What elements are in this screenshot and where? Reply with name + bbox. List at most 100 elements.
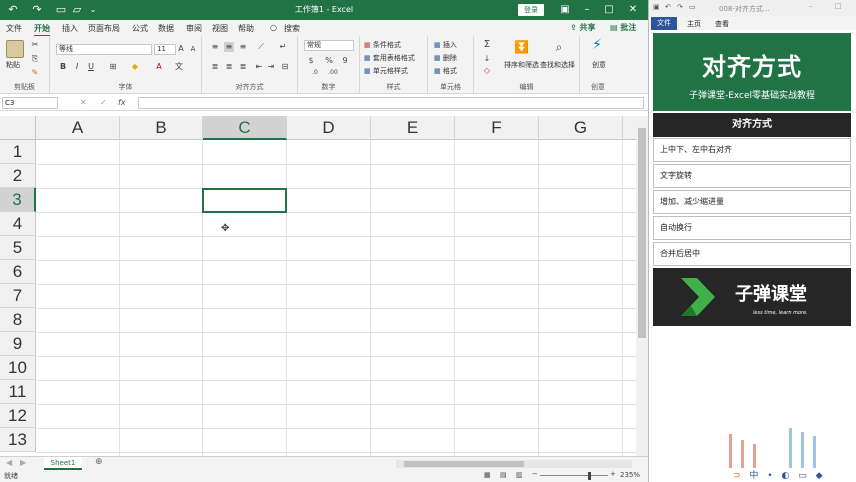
font-color-icon[interactable]: A bbox=[154, 62, 164, 72]
slideshow-icon[interactable]: ▭ bbox=[689, 3, 696, 11]
orientation-icon[interactable]: ⟋ bbox=[256, 42, 266, 52]
italic-button[interactable]: I bbox=[72, 62, 82, 72]
search-box[interactable]: 搜索 bbox=[284, 23, 300, 34]
column-header[interactable]: E bbox=[371, 116, 455, 140]
row-header[interactable]: 9 bbox=[0, 332, 36, 356]
horizontal-scrollbar[interactable] bbox=[396, 460, 632, 468]
formula-input[interactable] bbox=[138, 97, 644, 109]
minimize-icon[interactable]: – bbox=[809, 2, 813, 10]
ideas-icon[interactable]: ⚡ bbox=[592, 38, 602, 52]
save-icon[interactable]: ▣ bbox=[653, 3, 660, 11]
sort-filter-button[interactable]: 排序和筛选 bbox=[504, 60, 539, 70]
zoom-slider[interactable] bbox=[540, 475, 608, 476]
increase-decimal-icon[interactable]: .0 bbox=[310, 68, 320, 78]
panel-tab-home[interactable]: 主页 bbox=[687, 19, 701, 29]
list-item[interactable]: 增加、减少缩进量 bbox=[653, 190, 851, 214]
zoom-level[interactable]: 235% bbox=[620, 471, 640, 479]
clear-icon[interactable]: ◇ bbox=[482, 66, 492, 76]
find-select-button[interactable]: 查找和选择 bbox=[540, 60, 575, 70]
list-item[interactable]: 上中下、左中右对齐 bbox=[653, 138, 851, 162]
cell-styles-button[interactable]: ▦ 单元格样式 bbox=[364, 66, 408, 76]
row-header[interactable]: 5 bbox=[0, 236, 36, 260]
phonetic-icon[interactable]: 文 bbox=[174, 62, 184, 72]
comments-button[interactable]: ▤ 批注 bbox=[610, 22, 636, 33]
increase-font-icon[interactable]: A bbox=[176, 44, 186, 54]
conditional-format-button[interactable]: ▦ 条件格式 bbox=[364, 40, 401, 50]
zoom-in-icon[interactable]: + bbox=[610, 470, 616, 478]
row-header[interactable]: 2 bbox=[0, 164, 36, 188]
mic-icon[interactable]: ◐ bbox=[782, 471, 793, 481]
ideas-button[interactable]: 创意 bbox=[592, 60, 606, 70]
tab-insert[interactable]: 插入 bbox=[62, 23, 78, 34]
align-top-icon[interactable]: ≡ bbox=[210, 42, 220, 52]
find-icon[interactable]: ⌕ bbox=[554, 41, 564, 53]
fill-icon[interactable]: ↓ bbox=[482, 54, 492, 64]
row-header[interactable]: 7 bbox=[0, 284, 36, 308]
minimize-icon[interactable]: – bbox=[576, 2, 598, 18]
column-header[interactable]: G bbox=[539, 116, 623, 140]
maximize-icon[interactable]: □ bbox=[598, 2, 620, 18]
copy-icon[interactable]: ⎘ bbox=[30, 54, 40, 64]
insert-cells-button[interactable]: ▦ 插入 bbox=[434, 40, 457, 50]
tab-file[interactable]: 文件 bbox=[6, 23, 22, 34]
row-header[interactable]: 3 bbox=[0, 188, 36, 212]
tray-icons[interactable]: ⊃ 中 • ◐ ▭ ◆ bbox=[733, 468, 853, 482]
add-sheet-icon[interactable]: ⊕ bbox=[95, 457, 103, 467]
align-middle-icon[interactable]: ≡ bbox=[224, 42, 234, 52]
page-layout-view-icon[interactable]: ▤ bbox=[500, 471, 507, 479]
fill-color-icon[interactable]: ◆ bbox=[130, 62, 140, 72]
tab-view[interactable]: 视图 bbox=[212, 23, 228, 34]
merge-center-icon[interactable]: ⊟ bbox=[280, 62, 290, 72]
column-header[interactable]: B bbox=[120, 116, 203, 140]
font-size-select[interactable]: 11 bbox=[154, 44, 176, 55]
percent-button[interactable]: % bbox=[324, 56, 334, 66]
increase-indent-icon[interactable]: ⇥ bbox=[266, 62, 276, 72]
name-box[interactable]: C3 bbox=[2, 97, 58, 109]
autosum-icon[interactable]: Σ bbox=[482, 40, 492, 50]
row-header[interactable]: 4 bbox=[0, 212, 36, 236]
comma-button[interactable]: 9 bbox=[340, 56, 350, 66]
underline-button[interactable]: U bbox=[86, 62, 96, 72]
tab-formulas[interactable]: 公式 bbox=[132, 23, 148, 34]
tab-home[interactable]: 开始 bbox=[34, 23, 50, 37]
panel-tab-file[interactable]: 文件 bbox=[651, 17, 677, 30]
align-left-icon[interactable]: ≣ bbox=[210, 62, 220, 72]
tab-review[interactable]: 审阅 bbox=[186, 23, 202, 34]
tab-page-layout[interactable]: 页面布局 bbox=[88, 23, 120, 34]
vertical-scrollbar[interactable] bbox=[636, 116, 648, 456]
enter-icon[interactable]: ✓ bbox=[100, 98, 107, 107]
list-item[interactable]: 合并后居中 bbox=[653, 242, 851, 266]
share-button[interactable]: ⇪ 共享 bbox=[570, 22, 596, 33]
bold-button[interactable]: B bbox=[58, 62, 68, 72]
row-header[interactable]: 12 bbox=[0, 404, 36, 428]
wrap-text-icon[interactable]: ↵ bbox=[278, 42, 288, 52]
row-header[interactable]: 13 bbox=[0, 428, 36, 452]
border-icon[interactable]: ⊞ bbox=[108, 62, 118, 72]
tray-icon[interactable]: 中 bbox=[749, 471, 761, 481]
row-header[interactable]: 11 bbox=[0, 380, 36, 404]
zoom-out-icon[interactable]: − bbox=[532, 470, 538, 478]
align-center-icon[interactable]: ≣ bbox=[224, 62, 234, 72]
cancel-icon[interactable]: ✕ bbox=[80, 98, 87, 107]
prev-sheet-icon[interactable]: ◀ bbox=[6, 458, 12, 467]
decrease-font-icon[interactable]: A bbox=[188, 44, 198, 54]
normal-view-icon[interactable]: ▦ bbox=[484, 471, 491, 479]
lightbulb-icon[interactable]: ○ bbox=[270, 23, 277, 32]
row-header[interactable]: 10 bbox=[0, 356, 36, 380]
column-header[interactable]: D bbox=[287, 116, 371, 140]
worksheet-grid[interactable]: A B C D E F G 1 2 3 4 5 6 7 8 9 10 11 12… bbox=[0, 116, 648, 456]
font-name-select[interactable]: 等线 bbox=[56, 44, 152, 55]
currency-icon[interactable]: $ bbox=[306, 56, 316, 66]
tray-icon[interactable]: • bbox=[767, 471, 775, 481]
page-break-view-icon[interactable]: ▥ bbox=[516, 471, 523, 479]
decrease-indent-icon[interactable]: ⇤ bbox=[254, 62, 264, 72]
select-all-corner[interactable] bbox=[0, 116, 36, 140]
active-cell[interactable] bbox=[202, 188, 287, 213]
column-header[interactable]: A bbox=[36, 116, 120, 140]
paste-icon[interactable] bbox=[6, 40, 24, 58]
row-header[interactable]: 6 bbox=[0, 260, 36, 284]
decrease-decimal-icon[interactable]: .00 bbox=[328, 68, 338, 78]
tray-icon[interactable]: ◆ bbox=[816, 471, 826, 481]
cut-icon[interactable]: ✂ bbox=[30, 40, 40, 50]
keyboard-icon[interactable]: ▭ bbox=[798, 471, 810, 481]
